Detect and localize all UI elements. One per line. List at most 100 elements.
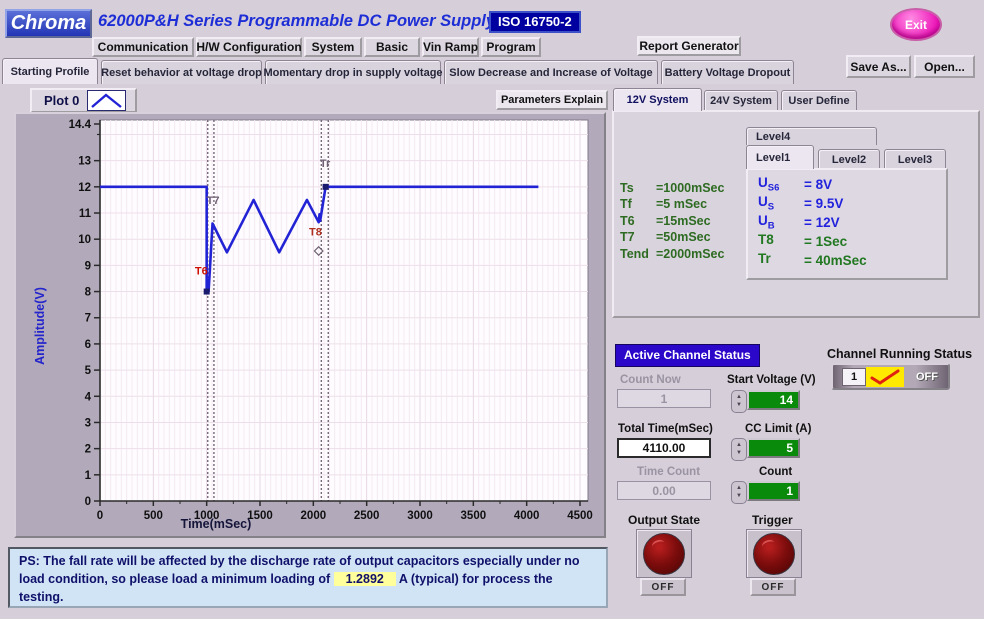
menu-system-button[interactable]: System xyxy=(304,37,362,57)
output-state-label: Output State xyxy=(628,513,700,527)
cc-limit-stepper[interactable]: ▲▼ xyxy=(731,438,747,461)
menu-program-button[interactable]: Program xyxy=(481,37,541,57)
open-button[interactable]: Open... xyxy=(914,55,975,78)
report-generator-button[interactable]: Report Generator xyxy=(637,36,741,56)
timing-parameters-list: Ts=1000mSec Tf=5 mSec T6=15mSec T7=50mSe… xyxy=(620,181,746,263)
timing-row: Tend=2000mSec xyxy=(620,247,746,263)
svg-text:4000: 4000 xyxy=(514,510,540,522)
tab-level2[interactable]: Level2 xyxy=(818,149,880,169)
tf-value: =5 mSec xyxy=(656,197,707,213)
output-state-knob-panel xyxy=(636,529,692,578)
tab-level1[interactable]: Level1 xyxy=(746,145,814,169)
plot-header: Plot 0 xyxy=(30,88,137,113)
svg-text:1: 1 xyxy=(85,470,92,482)
timing-row: Ts=1000mSec xyxy=(620,181,746,197)
timing-row: T6=15mSec xyxy=(620,214,746,230)
svg-text:3: 3 xyxy=(85,417,91,429)
save-as-button[interactable]: Save As... xyxy=(846,55,911,78)
trigger-knob[interactable] xyxy=(753,533,795,575)
trigger-label: Trigger xyxy=(752,513,793,527)
us6-value: = 8V xyxy=(804,177,832,192)
svg-text:0: 0 xyxy=(97,510,103,522)
svg-text:10: 10 xyxy=(78,234,91,246)
tab-slow-decrease-increase[interactable]: Slow Decrease and Increase of Voltage xyxy=(444,60,658,84)
svg-text:3500: 3500 xyxy=(461,510,487,522)
tab-level4[interactable]: Level4 xyxy=(746,127,877,145)
svg-text:T8: T8 xyxy=(309,226,322,238)
trigger-knob-panel xyxy=(746,529,802,578)
svg-text:3000: 3000 xyxy=(407,510,433,522)
tab-12v-system[interactable]: 12V System xyxy=(613,88,702,111)
channel-check-indicator[interactable] xyxy=(866,367,904,387)
channel-running-state: OFF xyxy=(916,371,938,383)
svg-text:6: 6 xyxy=(85,339,91,351)
level-value-row: Tr = 40mSec xyxy=(758,251,946,270)
menu-communication-button[interactable]: Communication xyxy=(92,37,194,57)
t7-value: =50mSec xyxy=(656,230,711,246)
active-channel-status-header: Active Channel Status xyxy=(615,344,760,367)
ps-note-highlight-value: 1.2892 xyxy=(334,572,396,586)
chroma-logo: Chroma xyxy=(5,9,92,38)
svg-text:2000: 2000 xyxy=(301,510,327,522)
tab-reset-behavior[interactable]: Reset behavior at voltage drop xyxy=(101,60,262,84)
svg-text:T7: T7 xyxy=(207,195,220,207)
tab-24v-system[interactable]: 24V System xyxy=(704,90,778,111)
level-value-row: UB = 12V xyxy=(758,213,946,232)
svg-text:13: 13 xyxy=(78,156,91,168)
total-time-label: Total Time(mSec) xyxy=(618,423,713,435)
output-state-knob[interactable] xyxy=(643,533,685,575)
menu-hw-configuration-button[interactable]: H/W Configuration xyxy=(196,37,302,57)
count-now-label: Count Now xyxy=(620,374,681,386)
iso-standard-badge: ISO 16750-2 xyxy=(489,11,581,33)
menu-vin-ramp-button[interactable]: Vin Ramp xyxy=(422,37,479,57)
start-voltage-label: Start Voltage (V) xyxy=(727,374,816,386)
cc-limit-label: CC Limit (A) xyxy=(745,423,811,435)
svg-text:4: 4 xyxy=(85,391,92,403)
start-voltage-field[interactable]: 14 xyxy=(747,390,800,410)
svg-text:7: 7 xyxy=(85,313,91,325)
plot-title: Plot 0 xyxy=(44,93,79,108)
parameters-explain-button[interactable]: Parameters Explain xyxy=(496,90,608,110)
timing-row: Tf=5 mSec xyxy=(620,197,746,213)
us-value: = 9.5V xyxy=(804,196,843,211)
tab-momentary-drop[interactable]: Momentary drop in supply voltage xyxy=(265,60,441,84)
level-value-row: US = 9.5V xyxy=(758,194,946,213)
waveform-plot: 14.4131211109876543210050010001500200025… xyxy=(16,114,604,536)
total-time-field[interactable]: 4110.00 xyxy=(617,438,711,458)
channel-running-status-label: Channel Running Status xyxy=(827,347,972,361)
app-title: 62000P&H Series Programmable DC Power Su… xyxy=(98,12,495,31)
start-voltage-stepper[interactable]: ▲▼ xyxy=(731,390,747,413)
output-state-off-button[interactable]: OFF xyxy=(640,578,686,596)
svg-text:2500: 2500 xyxy=(354,510,380,522)
waveform-plot-frame: 14.4131211109876543210050010001500200025… xyxy=(14,112,606,538)
checkmark-icon xyxy=(870,369,900,385)
svg-text:4500: 4500 xyxy=(567,510,593,522)
count-field[interactable]: 1 xyxy=(747,481,800,501)
ub-value: = 12V xyxy=(804,215,840,230)
svg-text:0: 0 xyxy=(85,496,91,508)
count-now-field: 1 xyxy=(617,389,711,408)
count-stepper[interactable]: ▲▼ xyxy=(731,481,747,504)
level-value-row: US6 = 8V xyxy=(758,175,946,194)
level1-values-panel: US6 = 8V US = 9.5V UB = 12V T8 = 1Sec Tr… xyxy=(746,168,948,280)
svg-text:12: 12 xyxy=(78,182,91,194)
tab-user-define[interactable]: User Define xyxy=(781,90,857,111)
svg-text:8: 8 xyxy=(85,287,92,299)
channel-running-status-control[interactable]: 1 OFF xyxy=(831,363,950,390)
svg-text:14.4: 14.4 xyxy=(69,119,92,131)
exit-button[interactable]: Exit xyxy=(892,10,940,39)
menu-basic-button[interactable]: Basic xyxy=(364,37,420,57)
level-value-row: T8 = 1Sec xyxy=(758,232,946,251)
cc-limit-field[interactable]: 5 xyxy=(747,438,800,458)
t6-value: =15mSec xyxy=(656,214,711,230)
timing-row: T7=50mSec xyxy=(620,230,746,246)
tab-battery-voltage-dropout[interactable]: Battery Voltage Dropout xyxy=(661,60,794,84)
tab-level3[interactable]: Level3 xyxy=(884,149,946,169)
plot-legend-icon xyxy=(87,90,126,111)
trigger-off-button[interactable]: OFF xyxy=(750,578,796,596)
count-label: Count xyxy=(759,466,792,478)
time-count-field: 0.00 xyxy=(617,481,711,500)
t8-value: = 1Sec xyxy=(804,234,847,249)
svg-text:T6: T6 xyxy=(195,266,208,278)
tab-starting-profile[interactable]: Starting Profile xyxy=(2,58,98,84)
